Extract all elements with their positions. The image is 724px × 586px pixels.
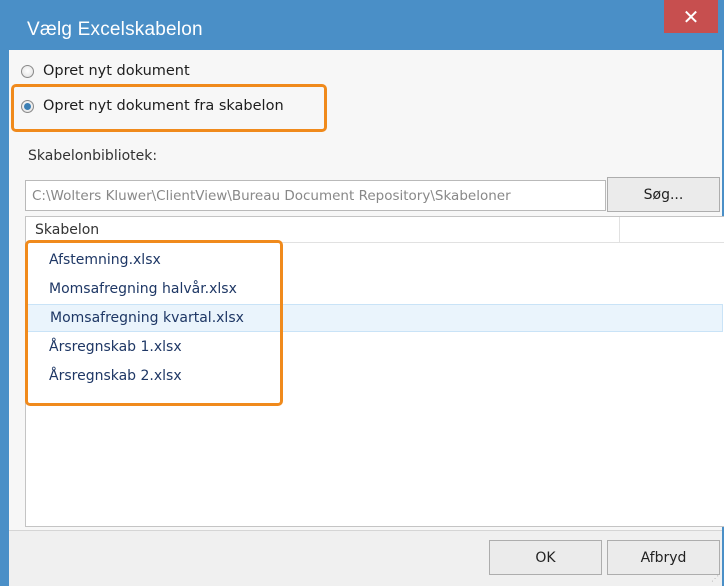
dialog-window: Vælg Excelskabelon ✕ Opret nyt dokument …: [0, 0, 724, 586]
radio-from-template[interactable]: Opret nyt dokument fra skabelon: [21, 95, 284, 117]
radio-new-document[interactable]: Opret nyt dokument: [21, 60, 190, 82]
dialog-title: Vælg Excelskabelon: [27, 19, 203, 40]
radio-button-from-template[interactable]: [21, 99, 34, 113]
radio-label-from-template: Opret nyt dokument fra skabelon: [43, 98, 284, 114]
radio-button-new-document[interactable]: [21, 64, 34, 78]
column-separator[interactable]: [619, 217, 620, 242]
template-library-label: Skabelonbibliotek:: [28, 148, 158, 164]
search-button[interactable]: Søg...: [607, 177, 720, 212]
list-highlight: [25, 240, 283, 406]
template-path-field[interactable]: [25, 180, 606, 211]
cancel-button[interactable]: Afbryd: [607, 540, 720, 575]
title-bar[interactable]: Vælg Excelskabelon ✕: [0, 0, 724, 50]
close-button[interactable]: ✕: [664, 0, 718, 33]
resize-grip-icon[interactable]: ⋰: [711, 575, 721, 585]
dialog-footer: OK Afbryd: [9, 530, 722, 586]
ok-button[interactable]: OK: [489, 540, 602, 575]
column-header-template[interactable]: Skabelon: [35, 222, 99, 238]
close-icon: ✕: [682, 4, 700, 29]
radio-label-new-document: Opret nyt dokument: [43, 63, 190, 79]
